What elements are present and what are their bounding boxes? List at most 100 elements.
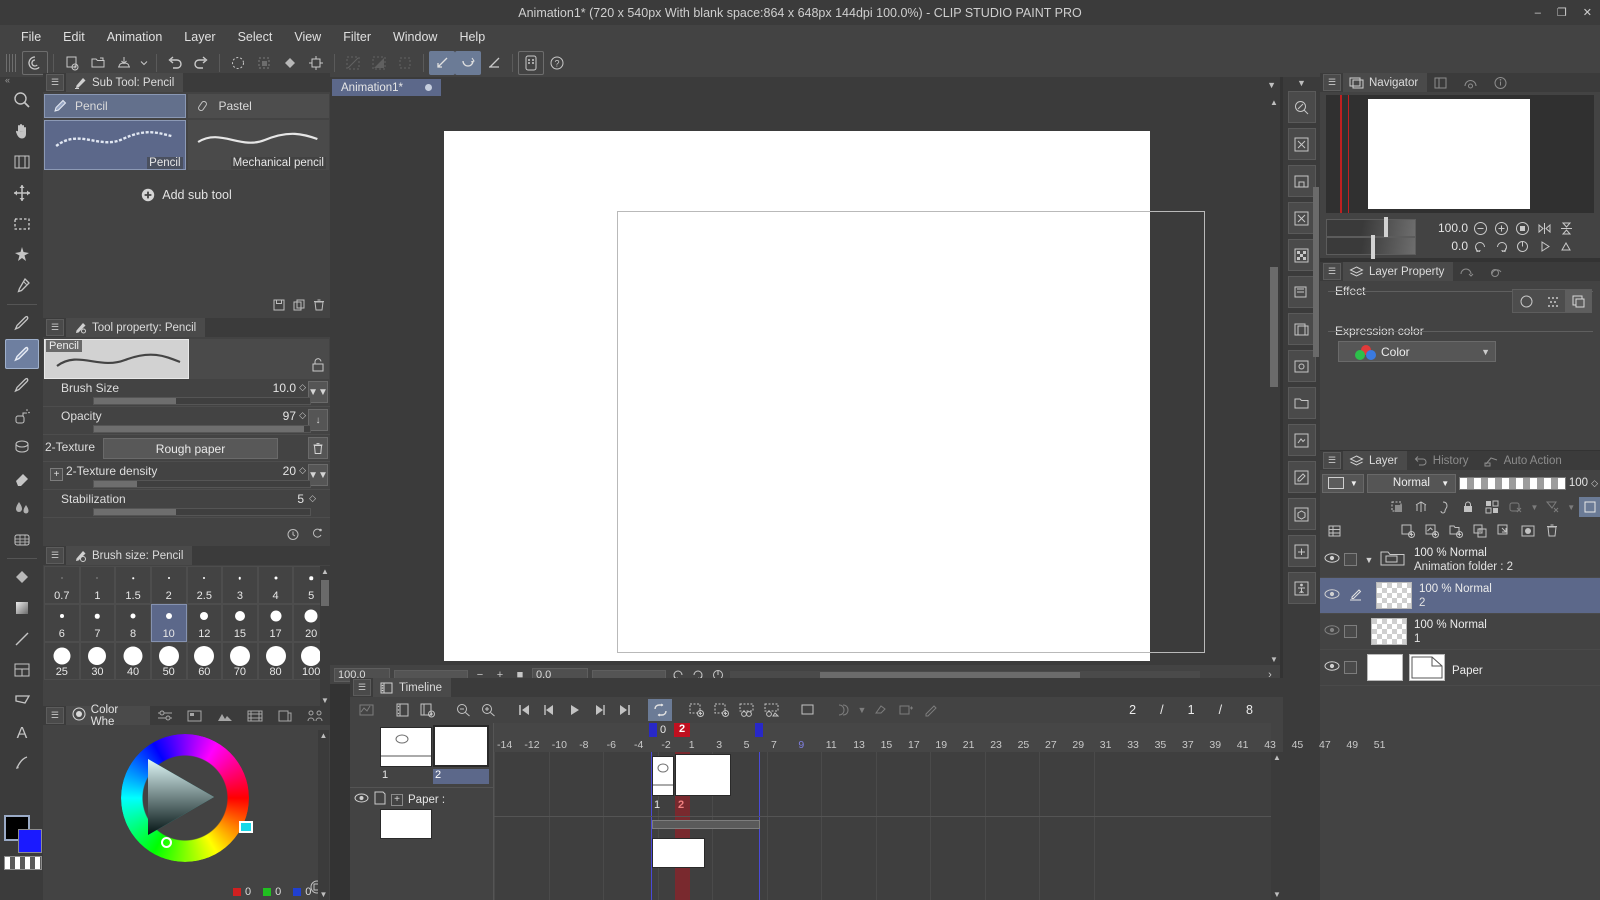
balloon-tool-icon[interactable] <box>5 686 39 716</box>
airbrush-tool-icon[interactable] <box>5 401 39 431</box>
menu-item-file[interactable]: File <box>10 27 52 47</box>
play-icon[interactable] <box>562 699 586 721</box>
show-all-layers-icon[interactable] <box>1579 497 1600 517</box>
cel-thumbnail-1[interactable] <box>380 727 432 767</box>
navigator-rotate-right-icon[interactable] <box>1493 238 1510 255</box>
expression-color-select[interactable]: Color ▼ <box>1338 341 1496 362</box>
navigator-zoom-out-icon[interactable] <box>1472 220 1489 237</box>
brush-size-cell-60[interactable]: 60 <box>186 642 223 680</box>
hue-marker[interactable] <box>239 821 253 833</box>
layer-mask-combo[interactable]: ▼ <box>1322 473 1364 493</box>
auto-select-tool-icon[interactable] <box>5 240 39 270</box>
navigator-rotation-value[interactable]: 0.0 <box>1428 239 1468 253</box>
layer-tab[interactable]: Layer <box>1343 451 1407 470</box>
transparent-color-swatch[interactable] <box>4 856 42 870</box>
transfer-to-lower-layer-icon[interactable] <box>1469 521 1490 541</box>
stabilization-slider[interactable] <box>93 508 311 516</box>
menu-item-animation[interactable]: Animation <box>96 27 174 47</box>
tool-property-tab[interactable]: Tool property: Pencil <box>66 318 206 337</box>
new-animation-cel-icon[interactable] <box>1287 276 1316 308</box>
delete-cel-icon[interactable] <box>795 699 819 721</box>
navigator-flip-vertical-icon[interactable] <box>1558 220 1575 237</box>
timeline-track-paper[interactable]: + Paper : <box>354 791 445 808</box>
texture-density-spinner[interactable]: ◇ <box>299 465 306 476</box>
decoration-tool-icon[interactable] <box>5 432 39 462</box>
line-tool-icon[interactable] <box>5 624 39 654</box>
lock-icon[interactable] <box>311 357 325 376</box>
edit-light-table-icon[interactable] <box>919 699 943 721</box>
timeline-vertical-scrollbar[interactable]: ▲ ▼ <box>1271 752 1283 900</box>
guide-visibility-icon[interactable] <box>1542 497 1563 517</box>
minimize-button[interactable]: – <box>1533 7 1543 19</box>
snap-curve-icon[interactable] <box>455 51 481 75</box>
navigator-settings-icon[interactable] <box>1558 238 1575 255</box>
brush-size-cell-4[interactable]: 4 <box>257 566 294 604</box>
brush-size-cell-8[interactable]: 8 <box>115 604 151 642</box>
timeline-scroll-up-icon[interactable]: ▲ <box>1271 753 1283 762</box>
brush-size-value[interactable]: 10.0 <box>273 381 296 395</box>
maximize-button[interactable]: ❐ <box>1555 6 1569 19</box>
create-layer-mask-icon[interactable] <box>1517 521 1538 541</box>
navigator-zoom-in-icon[interactable] <box>1493 220 1510 237</box>
right-strip-collapse-icon[interactable]: ▼ <box>1283 77 1320 88</box>
new-vector-layer-button-icon[interactable] <box>1421 521 1442 541</box>
correct-line-tool-icon[interactable] <box>5 748 39 778</box>
navigator-rotate-knob[interactable] <box>1371 235 1375 259</box>
clear-frame-icon[interactable] <box>1287 202 1316 234</box>
brush-size-menu-icon[interactable]: ☰ <box>46 547 64 564</box>
color-wheel-scroll[interactable]: ▲ ▼ <box>318 730 329 900</box>
specify-cels-icon[interactable] <box>734 699 758 721</box>
menu-item-select[interactable]: Select <box>227 27 284 47</box>
color-wheel-scroll-down-icon[interactable]: ▼ <box>318 890 329 899</box>
color-swatches[interactable] <box>4 815 42 870</box>
track-cel-label-2[interactable]: 2 <box>678 799 684 811</box>
brush-size-cell-30[interactable]: 30 <box>79 642 116 680</box>
sub-tool-item-pencil[interactable]: Pencil <box>44 120 186 170</box>
canvas-scroll-down-icon[interactable]: ▼ <box>1268 655 1280 664</box>
brush-size-cell-2[interactable]: 2 <box>150 566 187 604</box>
new-raster-layer-button-icon[interactable] <box>1397 521 1418 541</box>
enable-timeline-icon[interactable] <box>354 699 378 721</box>
stabilization-spinner[interactable]: ◇ <box>309 493 316 504</box>
navigator-preview[interactable] <box>1326 95 1594 213</box>
texture-density-value[interactable]: 20 <box>283 464 296 478</box>
quick-access-icon[interactable] <box>518 51 544 75</box>
clip-to-layer-below-icon[interactable] <box>1387 497 1408 517</box>
combine-to-layer-below-icon[interactable] <box>1493 521 1514 541</box>
brush-size-cell-1[interactable]: 1 <box>79 566 116 604</box>
brush-size-cell-12[interactable]: 12 <box>186 604 223 642</box>
layer-property-tab-onion-skin[interactable] <box>1483 262 1513 281</box>
layer-property-menu-icon[interactable]: ☰ <box>1323 263 1341 280</box>
brush-size-cell-70[interactable]: 70 <box>222 642 258 680</box>
tool-property-settings-icon[interactable] <box>310 527 324 544</box>
navigator-tab-sub-view[interactable] <box>1427 73 1457 92</box>
paper-track-bar[interactable] <box>652 820 760 829</box>
texture-density-options-button[interactable]: ▼▼ <box>308 464 328 486</box>
texture-density-slider[interactable] <box>93 480 311 488</box>
layer-property-tab-animation-cels[interactable] <box>1453 262 1483 281</box>
sub-view-tab-icon[interactable] <box>270 706 300 725</box>
edit-layer-icon[interactable] <box>1287 461 1316 493</box>
save-file-icon[interactable] <box>111 51 137 75</box>
brush-size-cell-80[interactable]: 80 <box>257 642 294 680</box>
brush-size-cell-10[interactable]: 10 <box>150 604 187 642</box>
lock-transparent-pixels-icon[interactable] <box>1482 497 1503 517</box>
color-slider-tab-icon[interactable] <box>150 706 180 725</box>
fill-tool-icon[interactable] <box>5 562 39 592</box>
eyedropper-tool-icon[interactable] <box>5 271 39 301</box>
light-table-icon[interactable] <box>1287 350 1316 382</box>
quick-access-search-icon[interactable] <box>1287 91 1316 123</box>
canvas-scroll-up-icon[interactable]: ▲ <box>1268 98 1280 107</box>
auto-action-tab[interactable]: Auto Action <box>1478 451 1571 470</box>
opacity-spinner[interactable]: ◇ <box>299 410 306 421</box>
color-wheel-scroll-up-icon[interactable]: ▲ <box>318 731 329 740</box>
add-sub-tool-button[interactable]: Add sub tool <box>43 188 330 202</box>
sub-tool-tab[interactable]: Sub Tool: Pencil <box>66 73 184 92</box>
command-bar-grip[interactable] <box>6 54 18 72</box>
layer-row[interactable]: 100 % Normal 1 <box>1320 614 1600 650</box>
loop-playback-icon[interactable] <box>648 699 672 721</box>
new-layer-folder-button-icon[interactable] <box>1445 521 1466 541</box>
brush-size-cell-40[interactable]: 40 <box>115 642 151 680</box>
deselect-icon[interactable] <box>225 51 251 75</box>
rotate-tool-icon[interactable] <box>5 147 39 177</box>
